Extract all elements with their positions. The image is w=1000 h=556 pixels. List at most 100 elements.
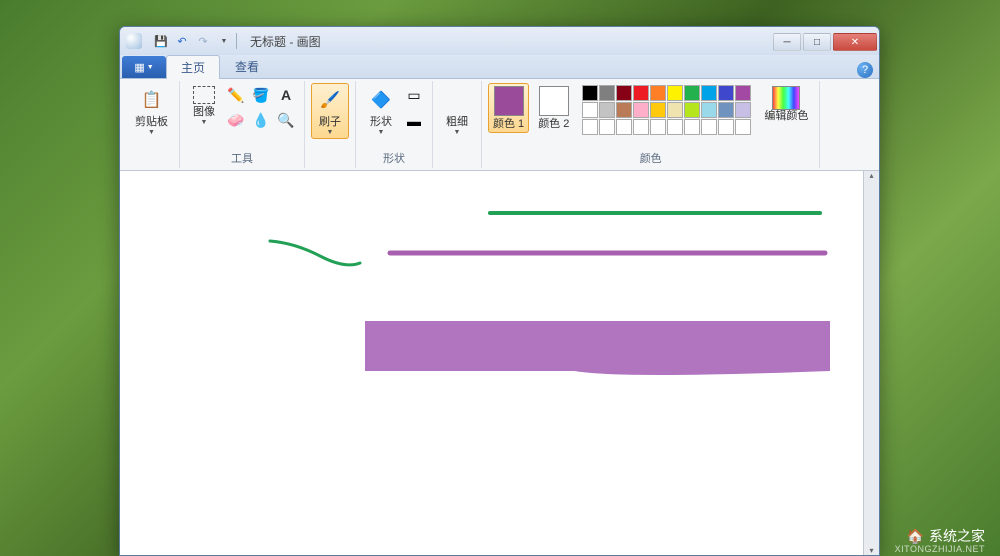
palette-color[interactable] — [650, 102, 666, 118]
tab-view[interactable]: 查看 — [220, 54, 274, 78]
palette-color[interactable] — [650, 119, 666, 135]
size-button[interactable]: 粗细 ▼ — [439, 83, 475, 139]
ribbon-tab-strip: ▦▼ 主页 查看 ? — [120, 55, 879, 79]
palette-color[interactable] — [684, 102, 700, 118]
watermark-logo-icon: 🏠 — [907, 528, 924, 545]
palette-color[interactable] — [582, 102, 598, 118]
separator — [236, 33, 237, 49]
palette-color[interactable] — [650, 85, 666, 101]
palette-color[interactable] — [599, 85, 615, 101]
group-label — [150, 154, 153, 166]
palette-color[interactable] — [718, 102, 734, 118]
chevron-down-icon: ▼ — [148, 129, 155, 136]
palette-color[interactable] — [616, 119, 632, 135]
canvas[interactable] — [120, 171, 879, 555]
quick-access-toolbar: 💾 ↶ ↷ ▼ — [152, 32, 233, 50]
group-brushes: 🖌️ 刷子 ▼ — [305, 81, 356, 168]
palette-color[interactable] — [735, 119, 751, 135]
palette-color[interactable] — [633, 85, 649, 101]
palette-color[interactable] — [599, 102, 615, 118]
watermark-text: 系统之家 — [929, 526, 985, 546]
palette-color[interactable] — [684, 119, 700, 135]
ribbon: 📋 剪贴板 ▼ 图像 ▼ ✏️ 🪣 A 🧼 💧 — [120, 79, 879, 171]
palette-color[interactable] — [667, 85, 683, 101]
group-clipboard: 📋 剪贴板 ▼ — [124, 81, 180, 168]
tools-grid: ✏️ 🪣 A 🧼 💧 🔍 — [224, 83, 298, 132]
app-icon — [126, 33, 142, 49]
group-label: 颜色 — [640, 150, 662, 166]
palette-color[interactable] — [718, 85, 734, 101]
fill-icon[interactable]: 🪣 — [249, 83, 273, 107]
tab-home[interactable]: 主页 — [166, 55, 220, 79]
group-label — [328, 154, 331, 166]
group-label: 工具 — [231, 150, 253, 166]
size-icon — [445, 86, 469, 114]
brushes-button[interactable]: 🖌️ 刷子 ▼ — [311, 83, 349, 139]
shapes-button[interactable]: 🔷 形状 ▼ — [362, 83, 400, 139]
color2-swatch — [539, 86, 569, 116]
palette-color[interactable] — [667, 102, 683, 118]
group-shapes: 🔷 形状 ▼ ▭ ▬ 形状 — [356, 81, 433, 168]
palette-color[interactable] — [599, 119, 615, 135]
group-label: 形状 — [383, 150, 405, 166]
text-icon[interactable]: A — [274, 83, 298, 107]
palette-color[interactable] — [633, 119, 649, 135]
chevron-down-icon: ▼ — [378, 129, 385, 136]
paint-window: 💾 ↶ ↷ ▼ 无标题 - 画图 ─ □ ✕ ▦▼ 主页 查看 ? 📋 剪贴板 … — [119, 26, 880, 556]
chevron-down-icon: ▼ — [454, 129, 461, 136]
palette-color[interactable] — [582, 119, 598, 135]
palette-color[interactable] — [735, 102, 751, 118]
canvas-area[interactable] — [120, 171, 879, 555]
maximize-button[interactable]: □ — [803, 33, 831, 51]
color1-button[interactable]: 颜色 1 — [488, 83, 529, 133]
outline-icon[interactable]: ▭ — [402, 83, 426, 107]
titlebar[interactable]: 💾 ↶ ↷ ▼ 无标题 - 画图 ─ □ ✕ — [120, 27, 879, 55]
qat-dropdown-icon[interactable]: ▼ — [215, 32, 233, 50]
magnifier-icon[interactable]: 🔍 — [274, 108, 298, 132]
close-button[interactable]: ✕ — [833, 33, 877, 51]
group-image-tools: 图像 ▼ ✏️ 🪣 A 🧼 💧 🔍 工具 — [180, 81, 305, 168]
eraser-icon[interactable]: 🧼 — [224, 108, 248, 132]
group-label — [455, 154, 458, 166]
edit-colors-button[interactable]: 编辑颜色 — [759, 83, 813, 125]
watermark-url: XITONGZHIJIA.NET — [895, 544, 985, 554]
color2-button[interactable]: 颜色 2 — [533, 83, 574, 133]
help-icon[interactable]: ? — [857, 62, 873, 78]
group-colors: 颜色 1 颜色 2 编辑颜色 颜色 — [482, 81, 820, 168]
select-button[interactable]: 图像 ▼ — [186, 83, 222, 129]
palette-color[interactable] — [616, 85, 632, 101]
redo-icon[interactable]: ↷ — [194, 32, 212, 50]
clipboard-icon: 📋 — [138, 86, 166, 114]
palette-color[interactable] — [701, 119, 717, 135]
chevron-down-icon: ▼ — [327, 129, 334, 136]
palette-color[interactable] — [633, 102, 649, 118]
palette-color[interactable] — [582, 85, 598, 101]
color1-swatch — [494, 86, 524, 116]
color-palette — [582, 85, 751, 135]
watermark: 🏠 系统之家 — [907, 526, 985, 546]
undo-icon[interactable]: ↶ — [173, 32, 191, 50]
palette-color[interactable] — [701, 102, 717, 118]
shapes-icon: 🔷 — [367, 86, 395, 114]
paste-button[interactable]: 📋 剪贴板 ▼ — [130, 83, 173, 139]
picker-icon[interactable]: 💧 — [249, 108, 273, 132]
palette-color[interactable] — [701, 85, 717, 101]
window-title: 无标题 - 画图 — [250, 33, 321, 50]
palette-color[interactable] — [684, 85, 700, 101]
vertical-scrollbar[interactable] — [863, 171, 879, 555]
select-icon — [193, 86, 215, 104]
window-controls: ─ □ ✕ — [773, 31, 879, 51]
palette-color[interactable] — [616, 102, 632, 118]
palette-color[interactable] — [718, 119, 734, 135]
brush-icon: 🖌️ — [316, 86, 344, 114]
pencil-icon[interactable]: ✏️ — [224, 83, 248, 107]
palette-color[interactable] — [735, 85, 751, 101]
chevron-down-icon: ▼ — [201, 119, 208, 126]
palette-color[interactable] — [667, 119, 683, 135]
minimize-button[interactable]: ─ — [773, 33, 801, 51]
fill-shape-icon[interactable]: ▬ — [402, 109, 426, 133]
group-size: 粗细 ▼ — [433, 81, 482, 168]
save-icon[interactable]: 💾 — [152, 32, 170, 50]
file-menu-button[interactable]: ▦▼ — [122, 56, 166, 78]
rainbow-icon — [772, 86, 800, 110]
